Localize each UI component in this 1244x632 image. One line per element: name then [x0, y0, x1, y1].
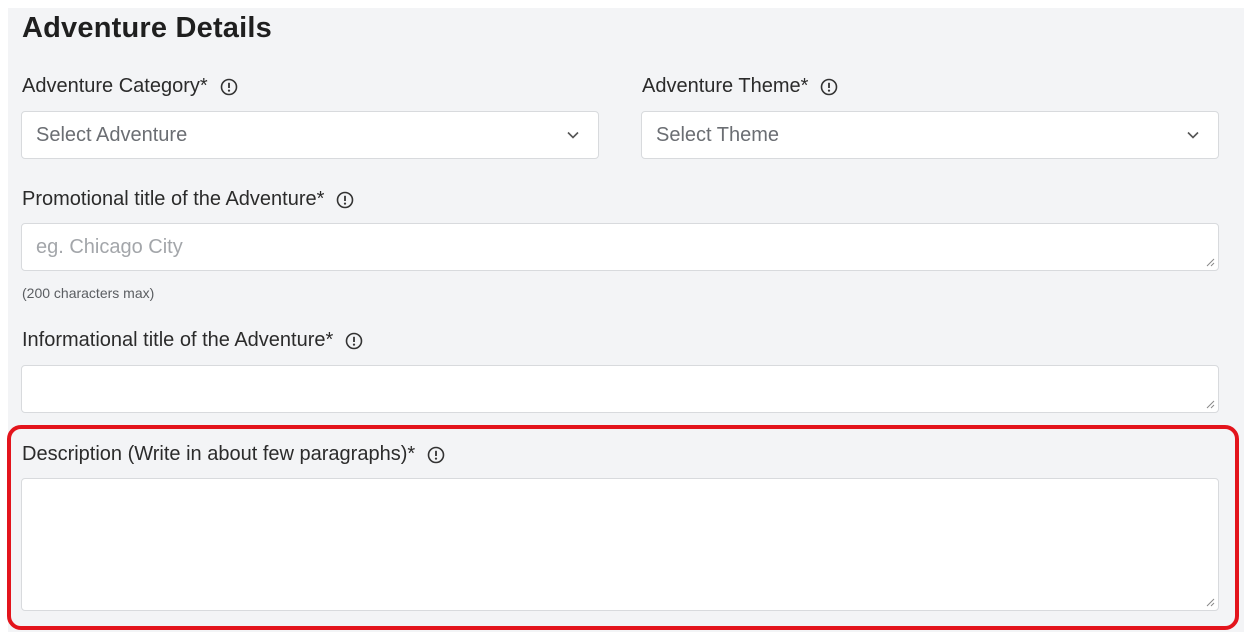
chevron-down-icon: [566, 128, 580, 142]
promo-title-hint: (200 characters max): [22, 285, 155, 301]
theme-label: Adventure Theme*: [642, 75, 838, 98]
adventure-theme-value: Select Theme: [656, 123, 780, 146]
theme-label-text: Adventure Theme*: [642, 75, 809, 97]
promo-title-label: Promotional title of the Adventure*: [22, 188, 354, 211]
info-icon[interactable]: [427, 446, 445, 464]
section-title: Adventure Details: [22, 12, 272, 44]
info-title-label-text: Informational title of the Adventure*: [22, 329, 334, 351]
category-label: Adventure Category*: [22, 75, 238, 98]
info-icon[interactable]: [345, 332, 363, 350]
category-label-text: Adventure Category*: [22, 75, 208, 97]
info-title-textarea[interactable]: [21, 365, 1219, 413]
info-icon[interactable]: [336, 191, 354, 209]
adventure-category-value: Select Adventure: [36, 123, 188, 146]
resize-grip-icon[interactable]: [1205, 399, 1215, 409]
adventure-theme-select[interactable]: Select Theme: [641, 111, 1219, 159]
description-label: Description (Write in about few paragrap…: [22, 443, 445, 466]
description-textarea[interactable]: [21, 478, 1219, 611]
promo-title-label-text: Promotional title of the Adventure*: [22, 188, 325, 210]
resize-grip-icon[interactable]: [1205, 257, 1215, 267]
info-icon[interactable]: [820, 78, 838, 96]
info-icon[interactable]: [220, 78, 238, 96]
promo-title-placeholder: eg. Chicago City: [36, 236, 183, 258]
promo-title-textarea[interactable]: eg. Chicago City: [21, 223, 1219, 271]
chevron-down-icon: [1186, 128, 1200, 142]
resize-grip-icon[interactable]: [1205, 597, 1215, 607]
info-title-label: Informational title of the Adventure*: [22, 329, 363, 352]
description-label-text: Description (Write in about few paragrap…: [22, 443, 416, 465]
adventure-category-select[interactable]: Select Adventure: [21, 111, 599, 159]
